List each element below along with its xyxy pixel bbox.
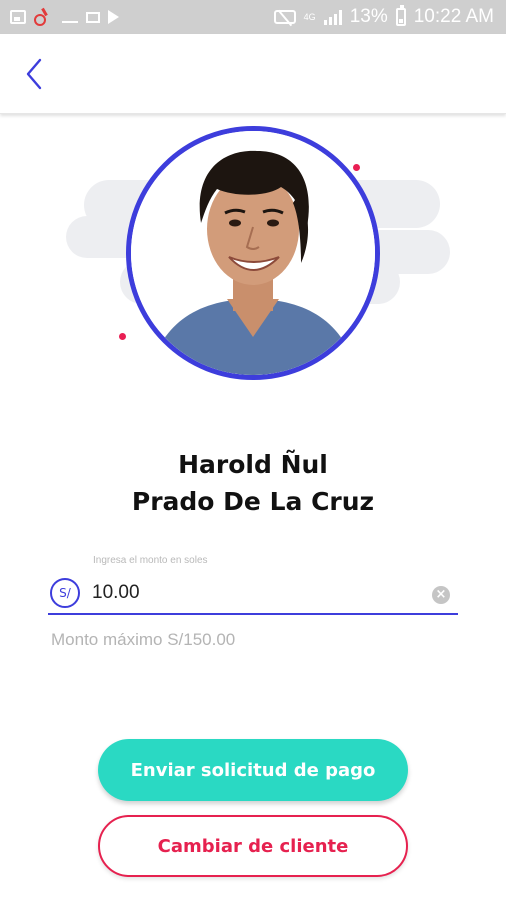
send-payment-request-button[interactable]: Enviar solicitud de pago [98, 739, 408, 801]
play-store-icon [108, 10, 119, 24]
decoration-dot [353, 164, 360, 171]
signal-icon [323, 9, 342, 25]
client-photo [131, 131, 375, 375]
back-button[interactable] [16, 54, 56, 94]
battery-icon [395, 5, 406, 26]
gallery-icon [86, 11, 100, 23]
mute-icon [273, 10, 296, 24]
status-bar: 4G 13% 10:22 AM [0, 0, 506, 34]
status-time: 10:22 AM [413, 6, 494, 27]
amount-input[interactable] [92, 580, 412, 606]
missed-call-icon [62, 11, 78, 23]
amount-underline [48, 613, 458, 615]
chevron-left-icon [26, 58, 42, 90]
client-hero [0, 120, 506, 390]
clear-input-button[interactable]: × [432, 586, 450, 604]
battery-percent: 13% [349, 6, 388, 27]
app-bar [0, 34, 506, 114]
client-name-first: Harold Ñul [178, 450, 328, 479]
network-type: 4G [303, 11, 316, 22]
currency-icon: S/ [50, 578, 80, 608]
image-icon [10, 10, 26, 24]
status-bar-system: 4G 13% 10:22 AM [273, 5, 494, 28]
alert-icon [34, 7, 54, 26]
status-bar-notifications [10, 7, 119, 26]
amount-hint: Ingresa el monto en soles [93, 555, 208, 566]
client-name-last: Prado De La Cruz [131, 487, 375, 516]
amount-field: Ingresa el monto en soles S/ × [48, 552, 458, 616]
max-amount-text: Monto máximo S/150.00 [51, 630, 236, 649]
change-client-button[interactable]: Cambiar de cliente [98, 815, 408, 877]
decoration-dot [119, 333, 126, 340]
client-name: Harold Ñul Prado De La Cruz [0, 446, 506, 520]
client-avatar [126, 126, 380, 380]
